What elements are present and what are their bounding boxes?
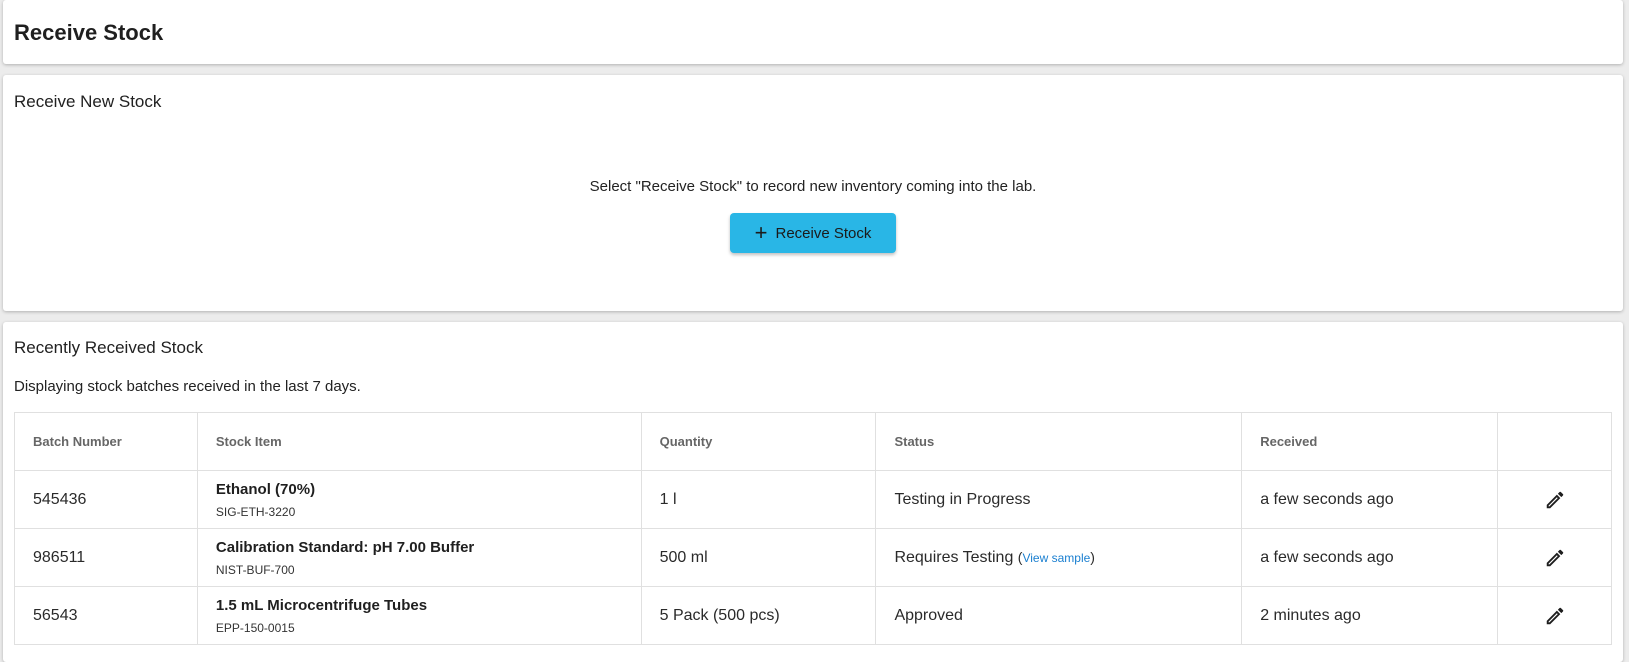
recently-received-description: Displaying stock batches received in the… bbox=[14, 378, 361, 395]
receive-stock-button-label: Receive Stock bbox=[775, 224, 872, 242]
quantity-cell: 1 l bbox=[640, 470, 877, 529]
page-header: Receive Stock bbox=[3, 0, 1623, 64]
pencil-icon[interactable] bbox=[1544, 547, 1566, 569]
view-sample-link[interactable]: View sample bbox=[1022, 551, 1090, 565]
received-cell: a few seconds ago bbox=[1241, 470, 1499, 529]
actions-cell bbox=[1497, 586, 1612, 645]
page-title: Receive Stock bbox=[14, 20, 164, 45]
stock-item-cell: Ethanol (70%) SIG-ETH-3220 bbox=[196, 470, 642, 529]
stock-item-name: Ethanol (70%) bbox=[215, 480, 316, 498]
table-row[interactable]: 545436 Ethanol (70%) SIG-ETH-3220 1 l Te… bbox=[14, 470, 1612, 529]
pencil-icon[interactable] bbox=[1544, 605, 1566, 627]
receive-stock-button[interactable]: + Receive Stock bbox=[730, 213, 896, 253]
column-header-batch-number[interactable]: Batch Number bbox=[14, 412, 198, 471]
status-text: Requires Testing bbox=[894, 548, 1014, 566]
receive-new-stock-title: Receive New Stock bbox=[14, 92, 162, 111]
received-cell: a few seconds ago bbox=[1241, 528, 1499, 587]
stock-item-cell: 1.5 mL Microcentrifuge Tubes EPP-150-001… bbox=[196, 586, 642, 645]
quantity-cell: 5 Pack (500 pcs) bbox=[640, 586, 877, 645]
column-header-quantity[interactable]: Quantity bbox=[640, 412, 877, 471]
quantity-cell: 500 ml bbox=[640, 528, 877, 587]
pencil-icon[interactable] bbox=[1544, 489, 1566, 511]
column-header-received[interactable]: Received bbox=[1241, 412, 1499, 471]
stock-item-code: EPP-150-0015 bbox=[215, 620, 295, 635]
status-cell: Approved bbox=[875, 586, 1243, 645]
batch-number-cell: 986511 bbox=[14, 528, 198, 587]
column-header-status[interactable]: Status bbox=[875, 412, 1243, 471]
column-header-actions bbox=[1497, 412, 1612, 471]
actions-cell bbox=[1497, 470, 1612, 529]
plus-icon: + bbox=[754, 220, 768, 245]
receive-new-stock-card: Receive New Stock Select "Receive Stock"… bbox=[3, 75, 1623, 311]
receive-hint-text: Select "Receive Stock" to record new inv… bbox=[589, 178, 1037, 195]
stock-item-name: 1.5 mL Microcentrifuge Tubes bbox=[215, 596, 428, 614]
received-cell: 2 minutes ago bbox=[1241, 586, 1499, 645]
stock-item-code: SIG-ETH-3220 bbox=[215, 504, 296, 519]
stock-item-cell: Calibration Standard: pH 7.00 Buffer NIS… bbox=[196, 528, 642, 587]
recently-received-card: Recently Received Stock Displaying stock… bbox=[3, 322, 1623, 662]
stock-table: Batch Number Stock Item Quantity Status … bbox=[14, 412, 1612, 645]
table-header-row: Batch Number Stock Item Quantity Status … bbox=[14, 412, 1612, 471]
stock-item-code: NIST-BUF-700 bbox=[215, 562, 295, 577]
table-row[interactable]: 986511 Calibration Standard: pH 7.00 Buf… bbox=[14, 528, 1612, 587]
column-header-stock-item[interactable]: Stock Item bbox=[196, 412, 642, 471]
table-row[interactable]: 56543 1.5 mL Microcentrifuge Tubes EPP-1… bbox=[14, 586, 1612, 645]
batch-number-cell: 545436 bbox=[14, 470, 198, 529]
stock-item-name: Calibration Standard: pH 7.00 Buffer bbox=[215, 538, 475, 556]
status-cell: Testing in Progress bbox=[875, 470, 1243, 529]
batch-number-cell: 56543 bbox=[14, 586, 198, 645]
actions-cell bbox=[1497, 528, 1612, 587]
status-cell: Requires Testing (View sample) bbox=[875, 528, 1243, 587]
recently-received-title: Recently Received Stock bbox=[14, 338, 203, 357]
